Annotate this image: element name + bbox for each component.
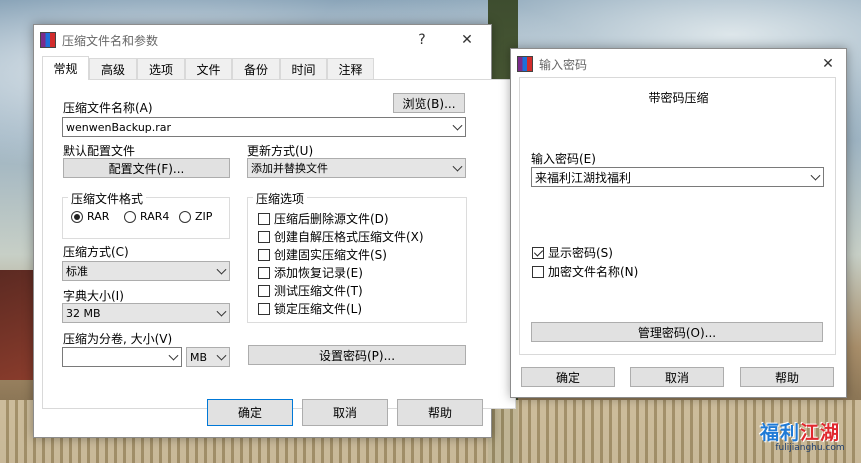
archive-name-dialog: 压缩文件名和参数 ? ✕ 常规 高级 选项 文件 备份 时间 注释 压缩文件名称… xyxy=(33,24,516,438)
format-rar4-radio[interactable]: RAR4 xyxy=(124,210,169,223)
browse-button[interactable]: 浏览(B)... xyxy=(393,93,465,113)
password-ok-button[interactable]: 确定 xyxy=(521,367,615,387)
site-watermark: 福利江湖 fulijianghu.com xyxy=(760,418,860,453)
title-bar[interactable]: 压缩文件名和参数 ? ✕ xyxy=(34,25,491,55)
chevron-down-icon xyxy=(216,264,227,275)
radio-selected-icon xyxy=(71,210,83,223)
chevron-down-icon xyxy=(452,161,463,172)
close-icon[interactable]: ✕ xyxy=(454,29,480,51)
checkbox-icon xyxy=(258,302,270,315)
radio-icon xyxy=(124,210,136,223)
compression-method-value: 标准 xyxy=(66,265,88,278)
chevron-down-icon xyxy=(810,170,821,181)
winrar-icon xyxy=(40,32,56,48)
tab-files[interactable]: 文件 xyxy=(185,58,232,79)
format-zip-label: ZIP xyxy=(195,210,213,223)
watermark-url: fulijianghu.com xyxy=(775,443,845,453)
option-label: 创建自解压格式压缩文件(X) xyxy=(274,230,424,244)
format-rar-radio[interactable]: RAR xyxy=(71,210,109,223)
option-recovery-record[interactable]: 添加恢复记录(E) xyxy=(258,264,363,281)
option-test-archive[interactable]: 测试压缩文件(T) xyxy=(258,282,363,299)
password-value: 来福利江湖找福利 xyxy=(535,170,632,185)
checkbox-icon xyxy=(532,265,544,278)
tab-general[interactable]: 常规 xyxy=(42,56,89,80)
window-title: 压缩文件名和参数 xyxy=(62,34,159,48)
archive-name-value: wenwenBackup.rar xyxy=(66,120,172,134)
checkbox-icon xyxy=(258,248,270,261)
encrypt-names-label: 加密文件名称(N) xyxy=(548,265,639,279)
option-create-sfx[interactable]: 创建自解压格式压缩文件(X) xyxy=(258,228,424,245)
update-mode-label: 更新方式(U) xyxy=(247,144,314,158)
show-password-checkbox[interactable]: 显示密码(S) xyxy=(532,244,613,261)
password-window-title: 输入密码 xyxy=(539,58,588,72)
password-cancel-button[interactable]: 取消 xyxy=(630,367,724,387)
update-mode-value: 添加并替换文件 xyxy=(251,162,328,175)
archive-name-label: 压缩文件名称(A) xyxy=(63,101,153,115)
chevron-down-icon xyxy=(452,120,463,131)
set-password-button[interactable]: 设置密码(P)... xyxy=(248,345,466,365)
option-label: 测试压缩文件(T) xyxy=(274,284,363,298)
chevron-down-icon xyxy=(216,350,227,361)
archive-options-label: 压缩选项 xyxy=(253,190,308,207)
update-mode-select[interactable]: 添加并替换文件 xyxy=(247,158,466,178)
tab-time[interactable]: 时间 xyxy=(280,58,327,79)
watermark-logo: 福利江湖 xyxy=(760,418,860,445)
close-icon[interactable]: ✕ xyxy=(815,53,841,75)
compression-method-select[interactable]: 标准 xyxy=(62,261,230,281)
show-password-label: 显示密码(S) xyxy=(548,246,613,260)
encrypt-names-checkbox[interactable]: 加密文件名称(N) xyxy=(532,263,638,280)
tab-options[interactable]: 选项 xyxy=(137,58,185,79)
split-unit-value: MB xyxy=(190,350,208,364)
password-input[interactable]: 来福利江湖找福利 xyxy=(531,167,824,187)
password-dialog: 输入密码 ✕ 带密码压缩 输入密码(E) 来福利江湖找福利 显示密码(S) 加密… xyxy=(510,48,847,398)
format-rar4-label: RAR4 xyxy=(140,210,170,223)
watermark-part1: 福利 xyxy=(760,422,801,444)
compression-method-label: 压缩方式(C) xyxy=(63,245,129,259)
ok-button[interactable]: 确定 xyxy=(207,399,293,426)
chevron-down-icon xyxy=(168,350,179,361)
split-unit-select[interactable]: MB xyxy=(186,347,230,367)
checkbox-icon xyxy=(258,230,270,243)
winrar-icon xyxy=(517,56,533,72)
password-label: 输入密码(E) xyxy=(531,152,596,166)
default-profile-label: 默认配置文件 xyxy=(63,144,136,158)
tab-advanced[interactable]: 高级 xyxy=(89,58,137,79)
password-heading: 带密码压缩 xyxy=(648,91,709,105)
profile-button[interactable]: 配置文件(F)... xyxy=(63,158,230,178)
help-icon[interactable]: ? xyxy=(409,29,435,51)
checkbox-icon xyxy=(258,266,270,279)
option-lock-archive[interactable]: 锁定压缩文件(L) xyxy=(258,300,362,317)
split-volume-label: 压缩为分卷, 大小(V) xyxy=(63,332,173,346)
format-rar-label: RAR xyxy=(87,210,110,223)
checkbox-icon xyxy=(258,212,270,225)
option-label: 创建固实压缩文件(S) xyxy=(274,248,387,262)
archive-name-input[interactable]: wenwenBackup.rar xyxy=(62,117,466,137)
option-delete-after[interactable]: 压缩后删除源文件(D) xyxy=(258,210,389,227)
option-label: 添加恢复记录(E) xyxy=(274,266,363,280)
checkbox-icon xyxy=(258,284,270,297)
help-button[interactable]: 帮助 xyxy=(397,399,483,426)
checkbox-checked-icon xyxy=(532,246,544,259)
tab-comment[interactable]: 注释 xyxy=(327,58,374,79)
chevron-down-icon xyxy=(216,306,227,317)
dictionary-size-select[interactable]: 32 MB xyxy=(62,303,230,323)
password-panel xyxy=(519,77,836,355)
cancel-button[interactable]: 取消 xyxy=(302,399,388,426)
option-label: 压缩后删除源文件(D) xyxy=(274,212,389,226)
format-zip-radio[interactable]: ZIP xyxy=(179,210,212,223)
archive-format-label: 压缩文件格式 xyxy=(68,190,147,207)
split-size-input[interactable] xyxy=(62,347,182,367)
dictionary-size-label: 字典大小(I) xyxy=(63,289,124,303)
option-label: 锁定压缩文件(L) xyxy=(274,302,363,316)
tab-backup[interactable]: 备份 xyxy=(232,58,280,79)
password-title-bar[interactable]: 输入密码 ✕ xyxy=(511,49,846,79)
radio-icon xyxy=(179,210,191,223)
manage-passwords-button[interactable]: 管理密码(O)... xyxy=(531,322,823,342)
watermark-part2: 江湖 xyxy=(800,422,841,444)
dictionary-size-value: 32 MB xyxy=(66,306,101,320)
password-help-button[interactable]: 帮助 xyxy=(740,367,834,387)
option-create-solid[interactable]: 创建固实压缩文件(S) xyxy=(258,246,387,263)
